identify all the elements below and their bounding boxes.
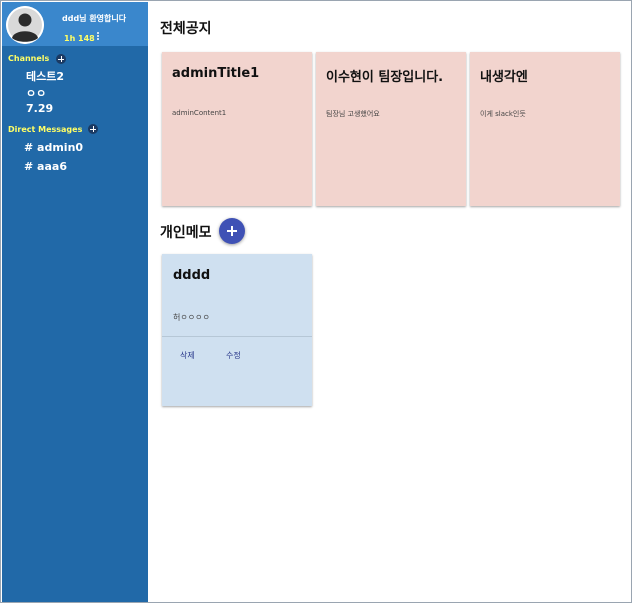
edit-memo-button[interactable]: 수정 — [226, 350, 241, 361]
notice-content: 이게 slack인듯 — [480, 110, 526, 118]
profile-header: ddd님 환영합니다 1h 148 — [2, 2, 148, 46]
memo-heading: 개인메모 — [160, 225, 212, 241]
dm-item[interactable]: # aaa6 — [24, 160, 67, 173]
memo-title: dddd — [173, 268, 211, 283]
session-timer: 1h 148 — [64, 34, 95, 43]
user-avatar-icon[interactable] — [6, 6, 44, 44]
memo-card[interactable]: dddd 허ㅇㅇㅇㅇ 삭제 수정 — [162, 254, 312, 406]
channels-header: Channels — [8, 54, 50, 63]
notice-title: 이수현이 팀장입니다. — [326, 70, 444, 85]
kebab-menu-icon[interactable] — [95, 31, 101, 43]
dm-item[interactable]: # admin0 — [24, 141, 83, 154]
notice-card[interactable]: 이수현이 팀장입니다. 팀장님 고생했어요 — [316, 52, 466, 206]
notice-card[interactable]: 내생각엔 이게 slack인듯 — [470, 52, 620, 206]
delete-memo-button[interactable]: 삭제 — [180, 350, 195, 361]
notice-title: 내생각엔 — [480, 70, 528, 85]
main-content: 전체공지 adminTitle1 adminContent1 이수현이 팀장입니… — [148, 2, 630, 602]
welcome-text: ddd님 환영합니다 — [62, 14, 127, 23]
channel-item[interactable]: ㅇㅇ — [26, 85, 46, 101]
direct-messages-header: Direct Messages — [8, 125, 83, 134]
add-direct-message-icon[interactable] — [88, 124, 98, 134]
notice-title: adminTitle1 — [172, 66, 260, 81]
memo-divider — [162, 336, 312, 337]
memo-content: 허ㅇㅇㅇㅇ — [173, 313, 210, 322]
notice-content: adminContent1 — [172, 109, 227, 117]
notice-card[interactable]: adminTitle1 adminContent1 — [162, 52, 312, 206]
notice-heading: 전체공지 — [160, 21, 212, 37]
channel-item[interactable]: 테스트2 — [26, 68, 64, 84]
add-channel-icon[interactable] — [56, 54, 66, 64]
notice-content: 팀장님 고생했어요 — [326, 110, 380, 118]
add-memo-button[interactable] — [219, 218, 245, 244]
channel-item[interactable]: 7.29 — [26, 102, 53, 115]
sidebar: ddd님 환영합니다 1h 148 Channels 테스트2 ㅇㅇ 7.29 … — [2, 2, 148, 602]
